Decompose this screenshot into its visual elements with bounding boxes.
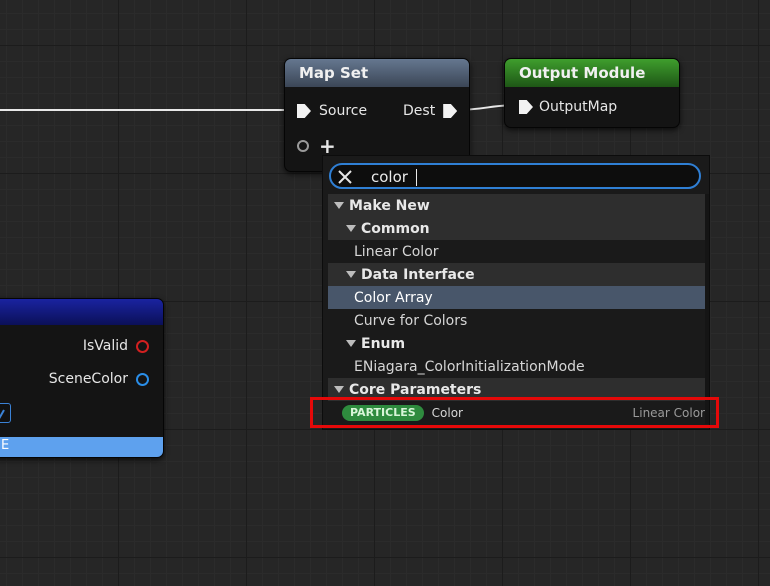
close-icon[interactable] xyxy=(337,169,353,185)
dest-exec-pin-icon[interactable] xyxy=(443,104,458,118)
list-item-linear-color[interactable]: Linear Color xyxy=(328,240,705,263)
category-common[interactable]: Common xyxy=(328,217,705,240)
list-item-color-init-mode[interactable]: ENiagara_ColorInitializationMode xyxy=(328,355,705,378)
output-module-node[interactable]: Output Module OutputMap xyxy=(504,58,680,128)
is-valid-pin-label: IsValid xyxy=(82,338,128,354)
output-map-pin-label: OutputMap xyxy=(539,99,618,115)
scene-color-pin-label: SceneColor xyxy=(48,371,128,387)
expand-triangle-icon[interactable] xyxy=(334,202,344,209)
category-enum[interactable]: Enum xyxy=(328,332,705,355)
list-item-label: ENiagara_ColorInitializationMode xyxy=(354,358,585,375)
category-label: Common xyxy=(361,220,430,237)
selected-dropdown-text: E xyxy=(1,438,10,453)
add-pin-ring-icon[interactable] xyxy=(297,140,309,152)
output-module-title: Output Module xyxy=(505,59,679,87)
expand-triangle-icon[interactable] xyxy=(334,386,344,393)
expand-triangle-icon[interactable] xyxy=(346,225,356,232)
action-list[interactable]: Make New Common Linear Color Data Interf… xyxy=(328,194,705,425)
list-item-color-array[interactable]: Color Array xyxy=(328,286,705,309)
checkbox-icon[interactable] xyxy=(0,403,11,423)
dest-pin-row[interactable]: Dest xyxy=(403,103,458,119)
list-item-label: Color Array xyxy=(354,289,433,306)
category-label: Data Interface xyxy=(361,266,475,283)
dest-pin-label: Dest xyxy=(403,103,436,119)
category-data-interface[interactable]: Data Interface xyxy=(328,263,705,286)
expand-triangle-icon[interactable] xyxy=(346,340,356,347)
scene-color-pin-icon[interactable] xyxy=(136,372,149,386)
source-exec-pin-icon[interactable] xyxy=(297,104,311,118)
category-label: Make New xyxy=(349,197,430,214)
left-node-header xyxy=(0,299,163,325)
scene-color-pin-row[interactable]: SceneColor xyxy=(49,371,149,387)
selected-dropdown-row[interactable]: E xyxy=(0,437,163,457)
action-menu[interactable]: Make New Common Linear Color Data Interf… xyxy=(322,155,710,430)
output-map-exec-pin-icon[interactable] xyxy=(519,100,533,114)
source-pin-label: Source xyxy=(319,103,368,119)
list-item-label: Linear Color xyxy=(354,243,439,260)
list-item-label: Curve for Colors xyxy=(354,312,468,329)
text-caret xyxy=(416,169,417,186)
menu-scrollbar[interactable] xyxy=(705,194,709,424)
is-valid-pin-icon[interactable] xyxy=(136,339,149,353)
map-set-title: Map Set xyxy=(285,59,469,87)
category-label: Core Parameters xyxy=(349,381,482,398)
category-label: Enum xyxy=(361,335,406,352)
check-mark-icon xyxy=(0,409,5,419)
red-highlight-box xyxy=(310,397,719,428)
left-node[interactable]: IsValid SceneColor E xyxy=(0,298,164,458)
output-map-pin-row[interactable]: OutputMap xyxy=(519,99,617,115)
expand-triangle-icon[interactable] xyxy=(346,271,356,278)
add-pin-row[interactable]: + xyxy=(297,136,336,156)
source-pin-row[interactable]: Source xyxy=(297,103,367,119)
search-box[interactable] xyxy=(329,163,701,189)
add-pin-plus-icon[interactable]: + xyxy=(319,136,336,156)
category-make-new[interactable]: Make New xyxy=(328,194,705,217)
is-valid-pin-row[interactable]: IsValid xyxy=(83,338,149,354)
list-item-curve-for-colors[interactable]: Curve for Colors xyxy=(328,309,705,332)
